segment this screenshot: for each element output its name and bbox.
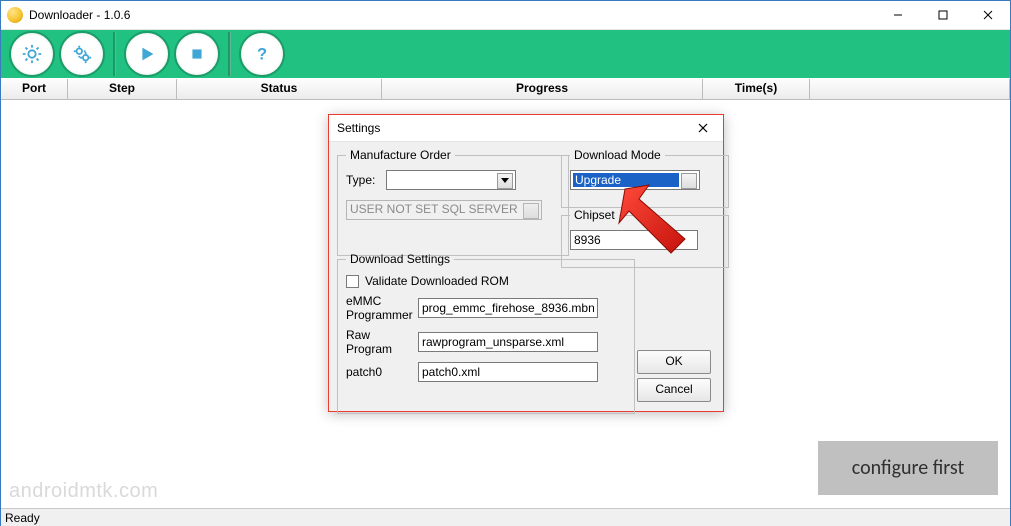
download-mode-value: Upgrade <box>573 173 679 187</box>
type-label: Type: <box>346 173 386 187</box>
watermark: androidmtk.com <box>9 480 158 503</box>
manufacture-order-group: Manufacture Order Type: USER NOT SET SQL… <box>337 148 569 256</box>
col-step[interactable]: Step <box>68 79 177 99</box>
close-button[interactable] <box>965 1 1010 29</box>
ok-button[interactable]: OK <box>637 350 711 374</box>
download-mode-combo[interactable]: Upgrade <box>570 170 700 190</box>
server-combo: USER NOT SET SQL SERVER <box>346 200 542 220</box>
minimize-button[interactable] <box>875 1 920 29</box>
download-settings-group: Download Settings Validate Downloaded RO… <box>337 252 635 414</box>
svg-text:?: ? <box>257 46 267 64</box>
emmc-input[interactable] <box>418 298 598 318</box>
download-mode-group: Download Mode Upgrade <box>561 148 729 208</box>
gear-icon <box>21 43 43 65</box>
close-icon <box>698 123 708 133</box>
chipset-legend: Chipset <box>570 208 619 222</box>
settings-gears-button[interactable] <box>59 31 105 77</box>
col-status[interactable]: Status <box>177 79 382 99</box>
manufacture-legend: Manufacture Order <box>346 148 455 162</box>
chevron-down-icon <box>685 178 693 183</box>
chevron-down-icon <box>501 178 509 183</box>
type-combo[interactable] <box>386 170 516 190</box>
window-title: Downloader - 1.0.6 <box>29 8 130 22</box>
dialog-close-button[interactable] <box>683 115 723 141</box>
server-value: USER NOT SET SQL SERVER <box>350 202 518 216</box>
main-window: Downloader - 1.0.6 ? <box>0 0 1011 526</box>
cancel-button[interactable]: Cancel <box>637 378 711 402</box>
dialog-title: Settings <box>337 121 380 135</box>
toolbar-separator <box>113 32 116 76</box>
window-controls <box>875 1 1010 29</box>
help-icon: ? <box>251 43 273 65</box>
download-mode-legend: Download Mode <box>570 148 665 162</box>
patch-label: patch0 <box>346 365 418 379</box>
validate-label: Validate Downloaded ROM <box>365 274 509 288</box>
col-progress[interactable]: Progress <box>382 79 703 99</box>
toolbar: ? <box>1 30 1010 78</box>
help-button[interactable]: ? <box>239 31 285 77</box>
emmc-label: eMMC Programmer <box>346 294 418 322</box>
col-port[interactable]: Port <box>1 79 68 99</box>
stop-button[interactable] <box>174 31 220 77</box>
toolbar-separator <box>228 32 231 76</box>
column-headers: Port Step Status Progress Time(s) <box>1 78 1010 100</box>
titlebar: Downloader - 1.0.6 <box>1 1 1010 30</box>
validate-checkbox[interactable] <box>346 275 359 288</box>
app-icon <box>7 7 23 23</box>
col-time[interactable]: Time(s) <box>703 79 810 99</box>
statusbar: Ready <box>1 508 1010 526</box>
annotation-label: configure first <box>818 441 998 495</box>
play-icon <box>136 43 158 65</box>
maximize-button[interactable] <box>920 1 965 29</box>
dialog-titlebar: Settings <box>329 115 723 142</box>
stop-icon <box>186 43 208 65</box>
download-settings-legend: Download Settings <box>346 252 454 266</box>
raw-label: Raw Program <box>346 328 418 356</box>
settings-dialog: Settings Manufacture Order Type: USER NO… <box>328 114 724 412</box>
patch-input[interactable] <box>418 362 598 382</box>
chevron-down-icon <box>527 208 535 213</box>
settings-gear-button[interactable] <box>9 31 55 77</box>
start-button[interactable] <box>124 31 170 77</box>
col-empty <box>810 79 1010 99</box>
gears-icon <box>71 43 93 65</box>
chipset-input[interactable] <box>570 230 698 250</box>
dialog-body: Manufacture Order Type: USER NOT SET SQL… <box>329 142 723 420</box>
raw-input[interactable] <box>418 332 598 352</box>
